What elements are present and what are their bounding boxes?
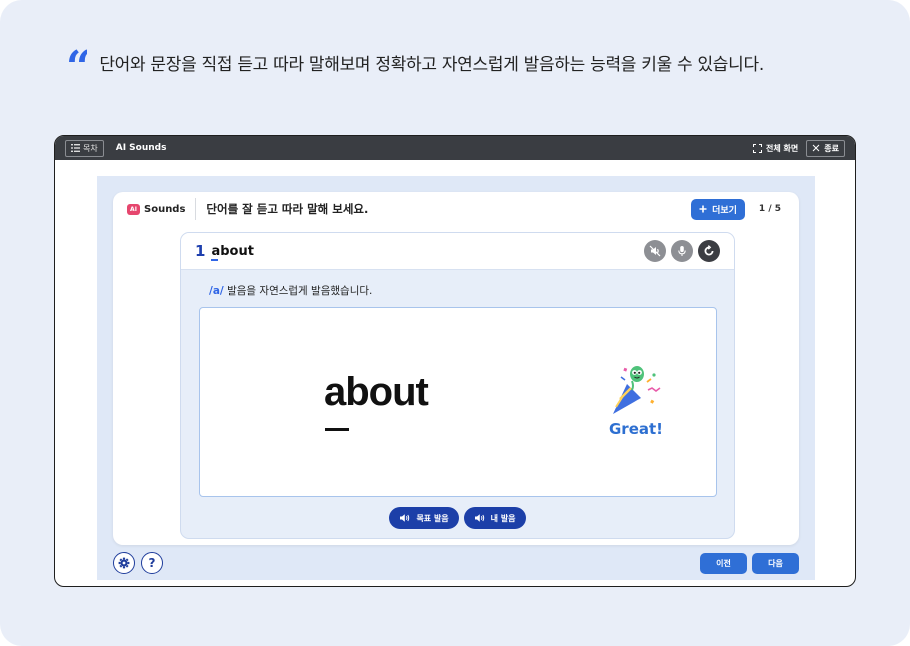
logo-text: Sounds xyxy=(144,203,186,215)
caption: “ 단어와 문장을 직접 듣고 따라 말해보며 정확하고 자연스럽게 발음하는 … xyxy=(66,46,764,76)
toc-button[interactable]: 목차 xyxy=(65,139,104,157)
more-button[interactable]: 더보기 xyxy=(691,198,745,220)
top-bar: 목차 AI Sounds 전체 화면 종료 xyxy=(55,136,855,160)
audio-controls: 목표 발음 내 발음 xyxy=(181,507,734,529)
promo-card: “ 단어와 문장을 직접 듣고 따라 말해보며 정확하고 자연스럽게 발음하는 … xyxy=(0,0,910,646)
header-divider xyxy=(195,198,197,220)
word-number: 1 xyxy=(195,242,206,260)
stage: AI Sounds 단어를 잘 듣고 따라 말해 보세요. 더보기 1 / 5 xyxy=(97,176,815,580)
instruction-text: 단어를 잘 듣고 따라 말해 보세요. xyxy=(206,202,369,216)
app-window: 목차 AI Sounds 전체 화면 종료 AI Sounds 단어를 잘 듣고… xyxy=(54,135,856,587)
close-icon xyxy=(812,144,820,152)
toc-label: 목차 xyxy=(83,143,98,153)
page-indicator: 1 / 5 xyxy=(758,204,781,214)
app-title: AI Sounds xyxy=(115,143,167,153)
word-header: 1 about xyxy=(181,233,734,270)
gear-icon xyxy=(118,557,130,569)
feedback-text: 발음을 자연스럽게 발음했습니다. xyxy=(223,285,373,297)
help-button[interactable]: ? xyxy=(141,552,163,574)
party-popper-icon xyxy=(613,366,661,414)
speaker-icon xyxy=(474,514,484,522)
my-pronunciation-button[interactable]: 내 발음 xyxy=(463,507,526,529)
fullscreen-button[interactable]: 전체 화면 xyxy=(753,143,798,154)
fullscreen-icon xyxy=(753,143,763,153)
help-icon: ? xyxy=(148,556,156,570)
control-group xyxy=(644,240,720,262)
plus-icon xyxy=(699,205,707,213)
speaker-icon xyxy=(400,514,410,522)
lesson-panel: AI Sounds 단어를 잘 듣고 따라 말해 보세요. 더보기 1 / 5 xyxy=(113,192,799,545)
retry-button[interactable] xyxy=(698,240,720,262)
settings-button[interactable] xyxy=(113,552,135,574)
panel-header: AI Sounds 단어를 잘 듣고 따라 말해 보세요. 더보기 1 / 5 xyxy=(113,192,799,226)
footer-right: 이전 다음 xyxy=(700,553,799,574)
more-label: 더보기 xyxy=(712,205,737,216)
next-button[interactable]: 다음 xyxy=(752,553,799,574)
result-text: Great! xyxy=(608,420,664,438)
quote-icon: “ xyxy=(66,45,88,74)
fullscreen-label: 전체 화면 xyxy=(766,143,799,153)
word-title-first: a xyxy=(211,243,221,259)
caption-text: 단어와 문장을 직접 듣고 따라 말해보며 정확하고 자연스럽게 발음하는 능력… xyxy=(99,55,764,75)
display-word: about xyxy=(324,370,429,414)
muted-speaker-icon xyxy=(649,245,661,257)
display-word-underline xyxy=(325,428,349,431)
mute-button[interactable] xyxy=(644,240,666,262)
record-button[interactable] xyxy=(671,240,693,262)
target-pronunciation-label: 목표 발음 xyxy=(416,513,449,523)
target-pronunciation-button[interactable]: 목표 발음 xyxy=(389,507,459,529)
ai-sounds-logo: AI Sounds xyxy=(127,203,186,215)
ai-badge: AI xyxy=(127,203,140,215)
microphone-icon xyxy=(678,246,686,256)
end-button[interactable]: 종료 xyxy=(806,139,845,157)
word-title-rest: bout xyxy=(220,243,254,259)
word-card: 1 about /a/ 발음을 자연스럽게 발음했습니다. about Grea… xyxy=(180,232,735,539)
feedback-message: /a/ 발음을 자연스럽게 발음했습니다. xyxy=(209,283,372,298)
word-display: about Great! xyxy=(199,307,717,497)
prev-button[interactable]: 이전 xyxy=(700,553,747,574)
end-label: 종료 xyxy=(824,143,839,153)
word-title: about xyxy=(211,243,254,261)
result-badge: Great! xyxy=(605,360,667,438)
feedback-ipa: /a/ xyxy=(209,285,224,297)
my-pronunciation-label: 내 발음 xyxy=(490,513,516,523)
list-icon xyxy=(71,144,80,152)
phoneme-underline xyxy=(211,258,219,261)
refresh-icon xyxy=(704,245,714,256)
footer-left: ? xyxy=(113,552,163,574)
